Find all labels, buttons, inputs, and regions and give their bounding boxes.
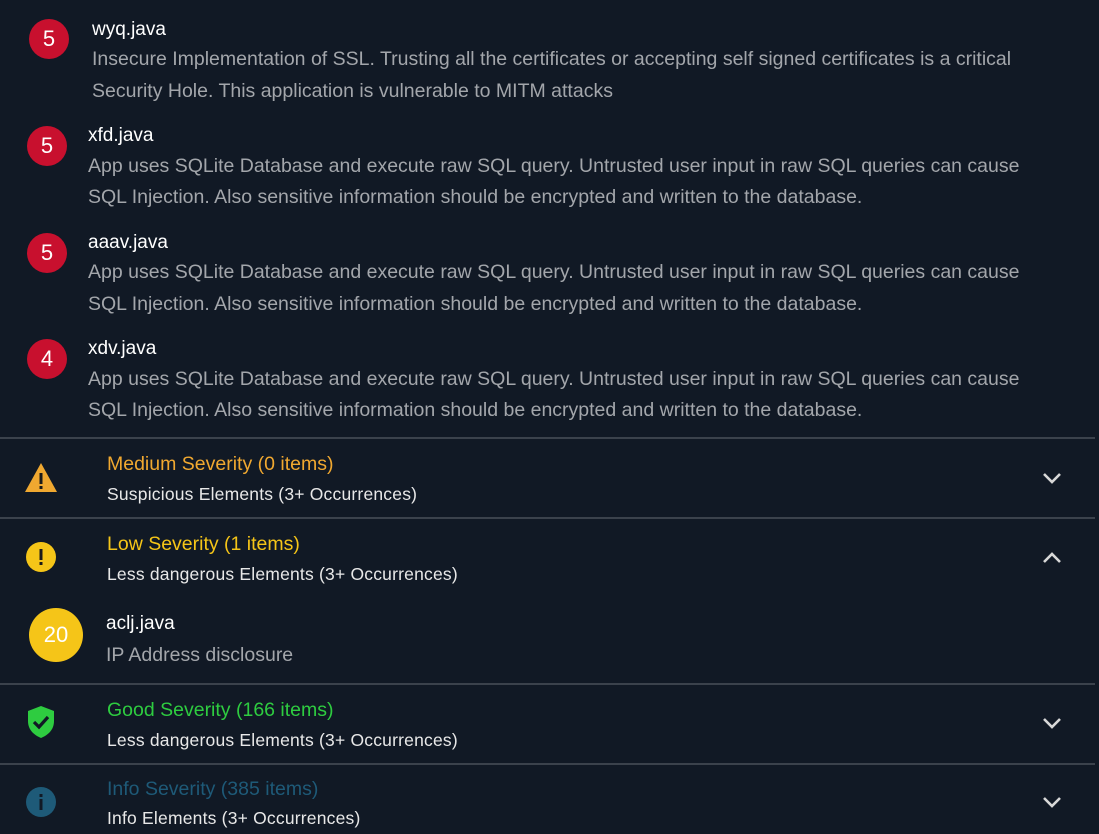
finding-description: Insecure Implementation of SSL. Trusting…: [92, 48, 1012, 70]
finding-description: SQL Injection. Also sensitive informatio…: [88, 293, 863, 315]
finding-description: SQL Injection. Also sensitive informatio…: [88, 399, 863, 421]
section-title: Low Severity (1 items): [107, 533, 300, 555]
count-badge: 5: [27, 233, 67, 273]
count-badge: 5: [27, 126, 67, 166]
section-subtitle: Suspicious Elements (3+ Occurrences): [107, 484, 418, 504]
section-subtitle: Info Elements (3+ Occurrences): [107, 808, 361, 828]
section-title: Good Severity (166 items): [107, 699, 334, 721]
file-name: wyq.java: [92, 19, 166, 40]
section-title: Medium Severity (0 items): [107, 453, 334, 475]
high-findings-list: 5 wyq.java Insecure Implementation of SS…: [0, 0, 1095, 438]
file-name: aclj.java: [106, 613, 175, 634]
file-name: aaav.java: [88, 232, 168, 253]
finding-description: IP Address disclosure: [106, 644, 294, 666]
chevron-up-icon[interactable]: [1036, 542, 1068, 574]
section-medium-severity[interactable]: Medium Severity (0 items) Suspicious Ele…: [0, 439, 1095, 517]
info-circle-icon: [22, 783, 60, 821]
exclamation-circle-icon: [22, 538, 60, 576]
file-name: xfd.java: [88, 125, 154, 146]
section-good-severity[interactable]: Good Severity (166 items) Less dangerous…: [0, 685, 1095, 763]
chevron-down-icon[interactable]: [1036, 707, 1068, 739]
warning-triangle-icon: [22, 459, 60, 497]
section-subtitle: Less dangerous Elements (3+ Occurrences): [107, 564, 458, 584]
shield-check-icon: [22, 703, 60, 741]
section-title: Info Severity (385 items): [107, 778, 319, 800]
finding-description: App uses SQLite Database and execute raw…: [88, 155, 1020, 177]
chevron-down-icon[interactable]: [1036, 786, 1068, 818]
finding-description: SQL Injection. Also sensitive informatio…: [88, 186, 863, 208]
count-badge: 5: [29, 19, 69, 59]
finding-description: App uses SQLite Database and execute raw…: [88, 261, 1020, 283]
chevron-down-icon[interactable]: [1036, 462, 1068, 494]
findings-panel: 5 wyq.java Insecure Implementation of SS…: [0, 0, 1095, 834]
scrollbar-track[interactable]: [1095, 0, 1099, 834]
section-low-severity[interactable]: Low Severity (1 items) Less dangerous El…: [0, 519, 1095, 683]
count-badge: 20: [29, 608, 83, 662]
section-info-severity[interactable]: Info Severity (385 items) Info Elements …: [0, 765, 1095, 834]
section-subtitle: Less dangerous Elements (3+ Occurrences): [107, 730, 458, 750]
finding-description: Security Hole. This application is vulne…: [92, 80, 613, 102]
count-badge: 4: [27, 339, 67, 379]
finding-description: App uses SQLite Database and execute raw…: [88, 368, 1020, 390]
file-name: xdv.java: [88, 338, 157, 359]
